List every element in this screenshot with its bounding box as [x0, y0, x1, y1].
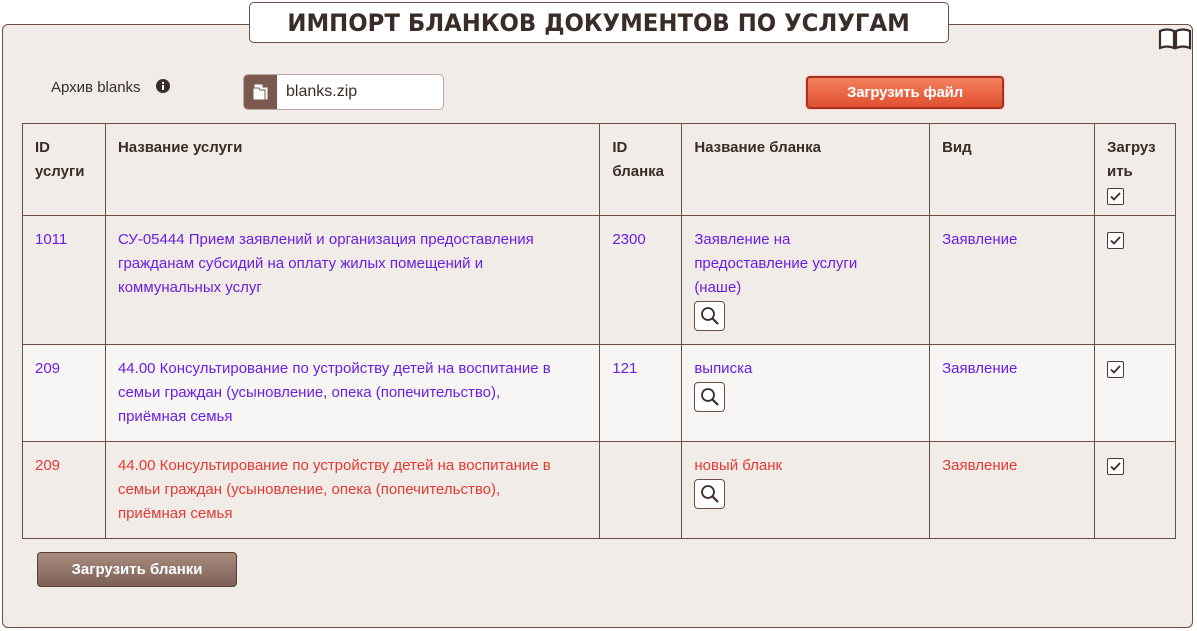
cell-service-id: 209: [22, 441, 106, 539]
cell-service-name: 44.00 Консультирование по устройству дет…: [104, 344, 601, 442]
file-browse-button[interactable]: [244, 75, 277, 109]
cell-kind: Заявление: [929, 215, 1095, 345]
blanks-table: ID услуги Название услуги ID бланка Назван…: [22, 123, 1177, 539]
table-row: 1011 СУ-05444 Прием заявлений и организа…: [22, 215, 1177, 345]
cell-service-id: 1011: [22, 215, 106, 345]
magnifier-icon: [701, 485, 720, 503]
table-row: 209 44.00 Консультирование по устройству…: [22, 441, 1177, 539]
cell-service-id: 209: [22, 344, 106, 442]
cell-kind: Заявление: [929, 344, 1095, 442]
header-blank-id: ID бланка: [599, 123, 683, 216]
archive-label: Архив blanks: [51, 79, 141, 96]
header-service-id: ID услуги: [22, 123, 106, 216]
page-title: ИМПОРТ БЛАНКОВ ДОКУМЕНТОВ ПО УСЛУГАМ: [287, 8, 911, 37]
page-title-box: ИМПОРТ БЛАНКОВ ДОКУМЕНТОВ ПО УСЛУГАМ: [249, 2, 949, 43]
cell-service-name: СУ-05444 Прием заявлений и организация п…: [104, 215, 601, 345]
checkbox-checked-icon: [1110, 364, 1121, 374]
cell-blank-id: 2300: [599, 215, 683, 345]
book-icon[interactable]: [1158, 28, 1192, 50]
select-all-checkbox[interactable]: [1106, 187, 1124, 205]
cell-blank-name: выписка: [681, 344, 931, 442]
cell-kind: Заявление: [929, 441, 1095, 539]
table-row: 209 44.00 Консультирование по устройству…: [22, 344, 1177, 442]
cell-blank-name: Заявление на предоставление услуги (наше): [681, 215, 931, 345]
magnifier-icon: [701, 307, 720, 325]
load-blanks-button[interactable]: Загрузить бланки: [37, 552, 237, 587]
cell-upload: [1093, 441, 1177, 539]
file-name: blanks.zip: [286, 83, 358, 100]
row-upload-checkbox[interactable]: [1106, 457, 1124, 475]
cell-upload: [1093, 344, 1177, 442]
row-upload-checkbox[interactable]: [1106, 360, 1124, 378]
view-blank-button[interactable]: [694, 382, 726, 412]
view-blank-button[interactable]: [694, 301, 726, 331]
checkbox-checked-icon: [1110, 461, 1121, 471]
upload-file-button[interactable]: Загрузить файл: [806, 76, 1004, 109]
header-kind: Вид: [929, 123, 1095, 216]
header-service-name: Название услуги: [104, 123, 601, 216]
cell-blank-id: 121: [599, 344, 683, 442]
cell-service-name: 44.00 Консультирование по устройству дет…: [104, 441, 601, 539]
folder-icon: [252, 84, 267, 101]
row-upload-checkbox[interactable]: [1106, 231, 1124, 249]
cell-blank-name: новый бланк: [681, 441, 931, 539]
file-input[interactable]: blanks.zip: [243, 74, 444, 110]
cell-upload: [1093, 215, 1177, 345]
magnifier-icon: [701, 388, 720, 406]
checkbox-checked-icon: [1110, 235, 1121, 245]
table-header: ID услуги Название услуги ID бланка Назван…: [22, 123, 1177, 216]
checkbox-checked-icon: [1110, 191, 1121, 201]
header-upload: Загруз ить: [1093, 123, 1177, 216]
view-blank-button[interactable]: [694, 479, 726, 509]
cell-blank-id: [599, 441, 683, 539]
header-blank-name: Название бланка: [681, 123, 931, 216]
info-icon[interactable]: [156, 79, 170, 93]
